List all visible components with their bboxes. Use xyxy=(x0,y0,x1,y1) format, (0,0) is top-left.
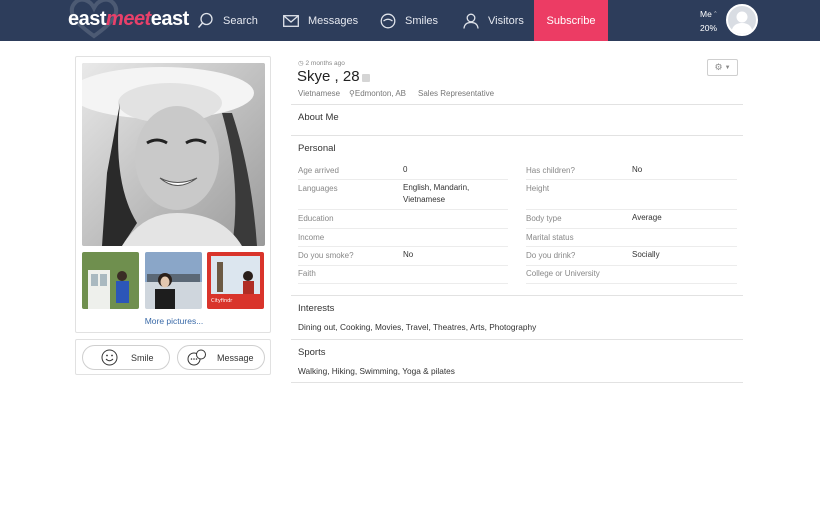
row-divider xyxy=(298,209,508,210)
thumbnail-photo-1[interactable] xyxy=(82,252,139,309)
logo-part-3: east xyxy=(150,8,190,30)
envelope-icon xyxy=(283,14,299,27)
thumbnail-photo-3[interactable]: Cityfindr xyxy=(207,252,264,309)
eastmeeteast-logo[interactable]: eastmeeteast xyxy=(68,8,189,31)
avatar[interactable] xyxy=(726,4,758,36)
thumbnail-photo-2[interactable] xyxy=(145,252,202,309)
row-divider xyxy=(298,283,508,284)
more-pictures-link[interactable]: More pictures... xyxy=(76,316,272,326)
search-icon xyxy=(197,12,213,28)
divider xyxy=(291,104,743,105)
photo-thumb-icon: Cityfindr xyxy=(207,252,264,309)
row-divider xyxy=(526,283,737,284)
photo-thumb-icon xyxy=(145,252,202,309)
row-divider xyxy=(298,228,508,229)
smile-button[interactable]: Smile xyxy=(82,345,170,370)
main-profile-photo[interactable] xyxy=(82,63,265,246)
profile-completion: 20% xyxy=(700,23,718,33)
sports-text: Walking, Hiking, Swimming, Yoga & pilate… xyxy=(298,366,455,376)
field-value: No xyxy=(403,250,414,259)
user-icon xyxy=(463,13,479,29)
profile-name: Skye , 28 xyxy=(297,68,360,85)
subscribe-button[interactable]: Subscribe xyxy=(534,0,608,41)
clock-icon: ◷ xyxy=(298,60,304,67)
nav-visitors[interactable]: Visitors xyxy=(463,0,524,41)
portrait-photo-icon xyxy=(82,63,265,246)
interests-heading: Interests xyxy=(298,303,335,314)
photo-thumb-icon xyxy=(82,252,139,309)
sports-heading: Sports xyxy=(298,347,326,358)
smile-button-label: Smile xyxy=(131,352,154,363)
field-value: 0 xyxy=(403,165,408,174)
nav-visitors-label: Visitors xyxy=(488,14,524,27)
caret-down-icon: ▼ xyxy=(724,64,731,71)
logo-part-2: meet xyxy=(106,8,151,30)
row-divider xyxy=(298,179,508,180)
location: ⚲Edmonton, AB xyxy=(349,89,406,98)
field-label: Income xyxy=(298,233,325,242)
facebook-verified-icon xyxy=(362,74,370,82)
thumb-caption: Cityfindr xyxy=(211,298,233,304)
divider xyxy=(291,135,743,136)
nav-smiles-label: Smiles xyxy=(405,14,439,27)
me-label: Me xyxy=(700,9,712,19)
field-label: Languages xyxy=(298,184,338,193)
divider xyxy=(291,295,743,296)
top-nav-bar: eastmeeteast Search Messages Smiles Visi… xyxy=(0,0,820,41)
field-label: College or University xyxy=(526,269,600,278)
nav-messages-label: Messages xyxy=(308,14,359,27)
row-divider xyxy=(526,209,737,210)
field-label: Do you drink? xyxy=(526,251,576,260)
field-label: Has children? xyxy=(526,166,575,175)
nav-smiles[interactable]: Smiles xyxy=(380,0,438,41)
row-divider xyxy=(526,265,737,266)
row-divider xyxy=(298,265,508,266)
nav-search-label: Search xyxy=(223,14,258,27)
field-value: English, Mandarin, Vietnamese xyxy=(403,183,470,204)
divider xyxy=(291,339,743,340)
row-divider xyxy=(526,179,737,180)
about-me-heading: About Me xyxy=(298,112,339,123)
field-label: Do you smoke? xyxy=(298,251,354,260)
smile-face-icon xyxy=(101,349,118,366)
field-value: No xyxy=(632,165,643,174)
ethnicity: Vietnamese xyxy=(298,89,341,98)
interests-text: Dining out, Cooking, Movies, Travel, The… xyxy=(298,322,537,332)
logo-part-1: east xyxy=(68,8,107,30)
field-label: Height xyxy=(526,184,550,193)
divider xyxy=(291,382,743,383)
field-value: Average xyxy=(632,213,662,222)
chat-bubbles-icon xyxy=(187,349,206,366)
field-value: Socially xyxy=(632,250,660,259)
me-menu[interactable]: Me ˆ 20% xyxy=(700,8,717,34)
personal-heading: Personal xyxy=(298,143,336,154)
occupation: Sales Representative xyxy=(418,89,495,98)
caret-up-icon: ˆ xyxy=(714,12,717,19)
last-seen-text: 2 months ago xyxy=(305,60,345,67)
default-avatar-icon xyxy=(731,11,753,34)
gear-icon: ⚙ xyxy=(714,62,723,72)
row-divider xyxy=(298,246,508,247)
field-label: Education xyxy=(298,214,334,223)
action-card: Smile Message xyxy=(75,339,271,375)
field-label: Age arrived xyxy=(298,166,339,175)
smile-icon xyxy=(380,13,396,28)
last-seen: ◷ 2 months ago xyxy=(298,59,345,67)
row-divider xyxy=(526,228,737,229)
photo-card: Cityfindr More pictures... xyxy=(75,56,271,333)
profile-options-button[interactable]: ⚙ ▼ xyxy=(707,59,738,76)
message-button-label: Message xyxy=(217,352,254,363)
field-label: Faith xyxy=(298,269,316,278)
nav-messages[interactable]: Messages xyxy=(283,0,358,41)
field-label: Marital status xyxy=(526,233,574,242)
message-button[interactable]: Message xyxy=(177,345,265,370)
nav-search[interactable]: Search xyxy=(197,0,258,41)
row-divider xyxy=(526,246,737,247)
location-text: Edmonton, AB xyxy=(354,89,407,98)
field-label: Body type xyxy=(526,214,562,223)
